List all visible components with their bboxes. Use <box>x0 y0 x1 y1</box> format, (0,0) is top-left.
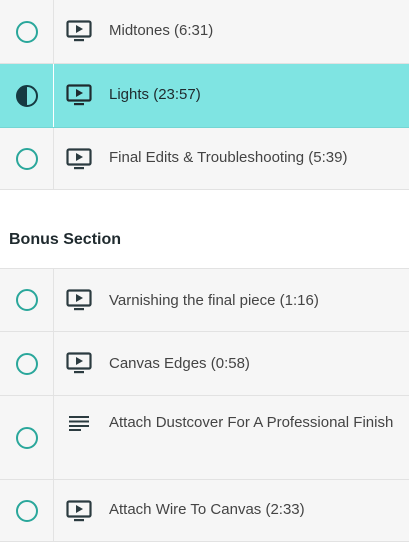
not-started-circle-icon <box>15 426 38 449</box>
not-started-circle-icon <box>15 20 38 43</box>
lesson-title: Canvas Edges (0:58) <box>109 355 250 372</box>
not-started-circle-icon <box>15 289 38 311</box>
lesson-title: Lights (23:57) <box>109 86 201 103</box>
lesson-status[interactable] <box>0 128 54 189</box>
lesson-row[interactable]: Midtones (6:31) <box>0 0 409 64</box>
lesson-title: Midtones (6:31) <box>109 22 214 39</box>
lesson-status[interactable] <box>0 480 54 541</box>
video-play-icon <box>66 289 92 311</box>
lesson-row[interactable]: Attach Wire To Canvas (2:33) <box>0 480 409 542</box>
section-heading: Bonus Section <box>9 231 122 248</box>
video-play-icon <box>66 20 92 42</box>
lesson-title: Final Edits & Troubleshooting (5:39) <box>109 149 348 166</box>
lesson-status[interactable] <box>0 396 54 479</box>
not-started-circle-icon <box>15 352 38 375</box>
video-play-icon <box>66 352 92 374</box>
lesson-status[interactable] <box>0 332 54 395</box>
lesson-row[interactable]: Canvas Edges (0:58) <box>0 332 409 396</box>
in-progress-half-circle-icon <box>15 84 38 107</box>
video-play-icon <box>66 148 92 170</box>
not-started-circle-icon <box>15 147 38 170</box>
lesson-title: Attach Dustcover For A Professional Fini… <box>109 414 394 431</box>
lesson-title: Varnishing the final piece (1:16) <box>109 292 319 309</box>
lesson-row-active[interactable]: Lights (23:57) <box>0 64 409 128</box>
video-play-icon <box>66 500 92 522</box>
video-play-icon <box>66 84 92 106</box>
lesson-title: Attach Wire To Canvas (2:33) <box>109 501 305 518</box>
not-started-circle-icon <box>15 499 38 522</box>
lesson-row[interactable]: Attach Dustcover For A Professional Fini… <box>0 396 409 480</box>
lesson-row[interactable]: Varnishing the final piece (1:16) <box>0 268 409 332</box>
lesson-status[interactable] <box>0 0 54 63</box>
lesson-row[interactable]: Final Edits & Troubleshooting (5:39) <box>0 128 409 190</box>
lesson-status[interactable] <box>0 269 54 331</box>
lesson-status[interactable] <box>0 64 54 127</box>
